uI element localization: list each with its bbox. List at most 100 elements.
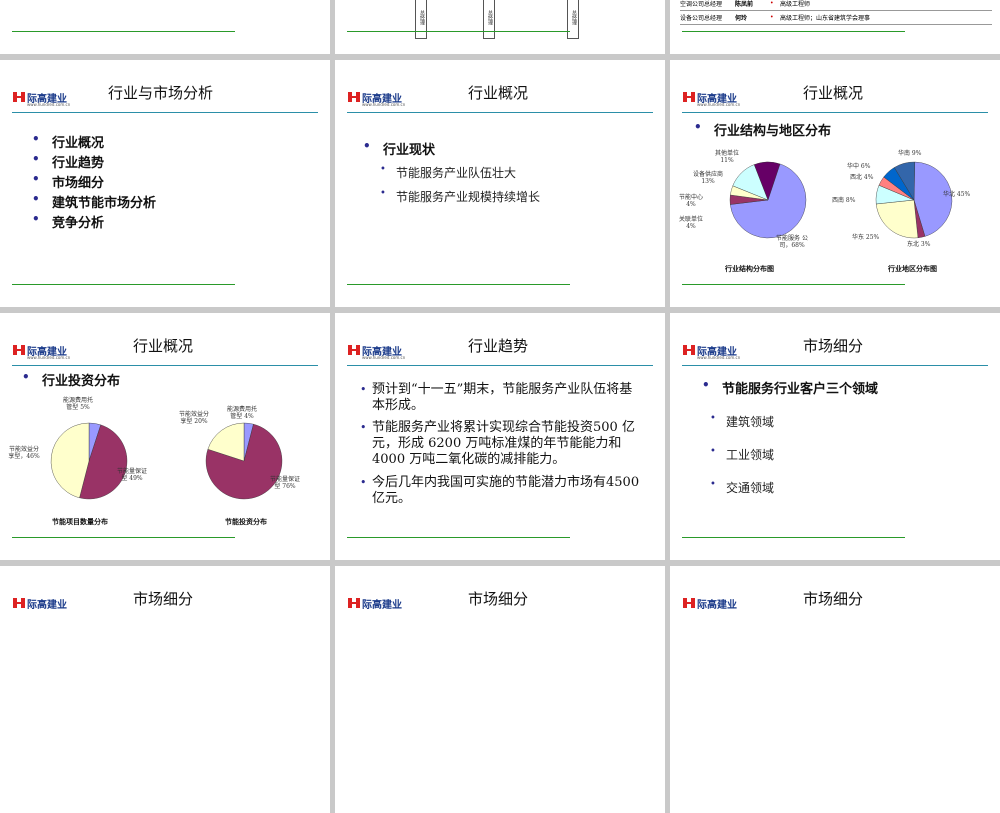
company-logo: 际高建业 www.hundred.com.cn [682,343,746,363]
pie-label: 节能量保证型 76% [269,476,300,490]
footer-line [682,537,905,538]
list-item: 建筑领域 [710,413,774,430]
chart-caption: 行业结构分布图 [725,265,774,273]
slide-bottom-left[interactable]: 际高建业 市场细分 [0,566,330,813]
pie-label: 东北 3% [907,241,931,248]
pie-chart-structure [729,161,807,239]
slide-title: 市场细分 [468,590,529,608]
pie-label: 华中 6% [847,163,871,170]
slide-title: 行业概况 [468,84,529,102]
list-item: 竞争分析 [32,212,104,231]
slide-market-segments[interactable]: 际高建业 www.hundred.com.cn 市场细分 节能服务行业客户三个领… [670,313,1000,560]
title-underline [12,112,318,113]
slide-title: 行业与市场分析 [108,84,214,102]
pie-label: 其他单位 11% [714,150,739,164]
pie-label: 能源费用托管型 5% [62,397,93,411]
list-item: 交通领域 [710,479,774,496]
chart-caption: 节能投资分布 [225,518,267,526]
slide-title: 行业趋势 [468,337,529,355]
brand-name: 际高建业 [697,600,737,611]
slide-industry-trends[interactable]: 际高建业 www.hundred.com.cn 行业趋势 预计到“十一五”期末，… [335,313,665,560]
company-logo: 际高建业 www.hundred.com.cn [682,90,746,110]
slide-industry-structure[interactable]: 际高建业 www.hundred.com.cn 行业概况 行业结构与地区分布 其… [670,60,1000,307]
logo-mark-icon [683,598,695,608]
brand-name: 际高建业 [362,600,402,611]
slide-industry-status[interactable]: 际高建业 www.hundred.com.cn 行业概况 行业现状 节能服务产业… [335,60,665,307]
list-item: 市场细分 [32,172,104,191]
logo-mark-icon [348,598,360,608]
person-name: 何玲 [735,15,748,22]
slide-top-middle[interactable]: 总经理 总经理 总经理 [335,0,665,54]
section-heading: 节能服务行业客户三个领域 [702,378,878,397]
slide-top-right[interactable]: 空调公司总经理 陈凤前 • 高级工程师 设备公司总经理 何玲 • 高级工程师；山… [670,0,1000,54]
slide-investment-distribution[interactable]: 际高建业 www.hundred.com.cn 行业概况 行业投资分布 能源费用… [0,313,330,560]
staff-table: 空调公司总经理 陈凤前 • 高级工程师 设备公司总经理 何玲 • 高级工程师；山… [680,0,992,25]
logo-mark-icon [683,92,695,102]
pie-label: 设备供应商 13% [692,171,723,185]
pie-label: 华南 9% [898,150,922,157]
pie-slice [875,199,919,239]
company-logo: 际高建业 [347,596,411,616]
paragraph: 今后几年内我国可实施的节能潜力市场有4500 亿元。 [360,475,642,507]
pie-chart-region [875,161,953,239]
brand-name: 际高建业 [27,600,67,611]
pie-label: 节能量保证型 49% [116,468,147,482]
slide-bottom-right[interactable]: 际高建业 市场细分 [670,566,1000,813]
paragraph: 节能服务产业将累计实现综合节能投资500 亿元，形成 6200 万吨标准煤的年节… [360,420,652,468]
slide-top-left[interactable] [0,0,330,54]
role: 空调公司总经理 [680,1,723,8]
pie-label: 节能服务 公司，68% [776,235,808,249]
logo-mark-icon [348,345,360,355]
footer-line [12,284,235,285]
pie-label: 关联单位 4% [678,216,703,230]
pie-label: 节能中心 4% [678,194,703,208]
pie-label: 能源费用托管型 4% [226,406,257,420]
logo-mark-icon [13,92,25,102]
company-logo: 际高建业 www.hundred.com.cn [12,90,76,110]
company-logo: 际高建业 www.hundred.com.cn [347,90,411,110]
footer-line [347,537,570,538]
list-item: 行业趋势 [32,152,104,171]
pie-label: 节能效益分享型，46% [8,446,40,460]
footer-line [12,31,235,32]
brand-url: www.hundred.com.cn [697,102,741,107]
brand-url: www.hundred.com.cn [697,355,741,360]
role: 设备公司总经理 [680,15,723,22]
chart-caption: 节能项目数量分布 [52,518,108,526]
chart-caption: 行业地区分布图 [888,265,937,273]
pie-label: 华东 25% [852,234,880,241]
brand-url: www.hundred.com.cn [27,355,71,360]
slide-title: 行业概况 [133,337,194,355]
brand-url: www.hundred.com.cn [27,102,71,107]
company-logo: 际高建业 [12,596,76,616]
section-heading: 行业现状 [363,139,435,158]
person-name: 陈凤前 [735,1,754,8]
section-heading: 行业结构与地区分布 [694,120,831,139]
pie-label: 华北 45% [943,191,971,198]
logo-mark-icon [348,92,360,102]
title-underline [347,365,653,366]
slide-bottom-middle[interactable]: 际高建业 市场细分 [335,566,665,813]
footer-line [682,284,905,285]
company-logo: 际高建业 [682,596,746,616]
company-logo: 际高建业 www.hundred.com.cn [12,343,76,363]
slide-title: 行业概况 [803,84,864,102]
pie-label: 节能效益分享型 20% [178,411,209,425]
logo-mark-icon [13,345,25,355]
slide-title: 市场细分 [803,590,864,608]
pie-label: 西北 4% [850,174,874,181]
logo-mark-icon [683,345,695,355]
list-item: 建筑节能市场分析 [32,192,156,211]
slide-industry-market-analysis[interactable]: 际高建业 www.hundred.com.cn 行业与市场分析 行业概况 行业趋… [0,60,330,307]
footer-line [12,537,235,538]
brand-url: www.hundred.com.cn [362,102,406,107]
row-bullet: • [770,0,774,7]
title-underline [682,112,988,113]
slide-title: 市场细分 [803,337,864,355]
footer-line [347,284,570,285]
description: 高级工程师；山东省建筑学会理事 [780,15,871,22]
description: 高级工程师 [780,1,811,8]
pie-label: 西南 8% [832,197,856,204]
footer-line [682,31,905,32]
list-item: 节能服务产业队伍壮大 [380,164,516,181]
